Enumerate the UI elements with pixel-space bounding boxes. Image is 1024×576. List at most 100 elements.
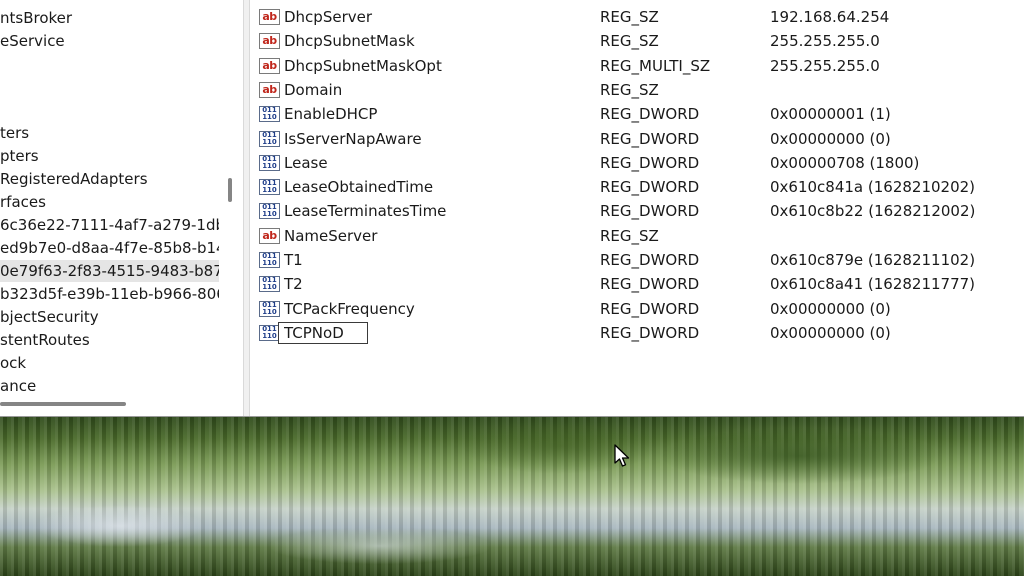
- values-list-pane[interactable]: ab DhcpServer REG_SZ 192.168.64.254 ab DhcpSu…: [250, 0, 1024, 416]
- value-type: REG_DWORD: [600, 299, 700, 318]
- sz-glyph: ab: [262, 34, 277, 48]
- value-data: 192.168.64.254: [770, 8, 890, 26]
- value-name: TCPackFrequency: [284, 299, 415, 318]
- dword-glyph-bottom: 110: [262, 307, 277, 316]
- value-row[interactable]: ab DhcpSubnetMaskOpt REG_MULTI_SZ 255.255.2…: [250, 54, 1024, 78]
- value-row[interactable]: 011 110 LeaseObtainedTime REG_DWORD 0x610c84…: [250, 175, 1024, 199]
- value-row[interactable]: ab Domain REG_SZ: [250, 78, 1024, 102]
- reg-dword-icon: 011 110: [259, 154, 280, 171]
- tree-item[interactable]: ock: [0, 352, 30, 374]
- value-name: T1: [284, 251, 303, 269]
- mouse-pointer-icon: [614, 444, 630, 467]
- value-data: 0x00000000 (0): [770, 299, 891, 318]
- reg-dword-icon: 011 110: [259, 179, 280, 196]
- sz-glyph: ab: [262, 10, 277, 23]
- value-row[interactable]: 011 110 T1 REG_DWORD 0x610c879e (1628211102): [250, 248, 1024, 272]
- value-type: REG_DWORD: [600, 275, 700, 294]
- value-data: 0x00000000 (0): [770, 323, 891, 342]
- value-data: 0x610c879e (1628211102): [770, 251, 976, 269]
- value-type: REG_SZ: [600, 8, 659, 26]
- value-data: 0x610c841a (1628210202): [770, 178, 976, 197]
- value-type: REG_SZ: [600, 32, 659, 51]
- value-name: DhcpSubnetMask: [284, 32, 415, 51]
- value-row[interactable]: 011 110 LeaseTerminatesTime REG_DWORD 0x610c…: [250, 199, 1024, 223]
- tree-vertical-scrollbar[interactable]: [219, 0, 243, 392]
- reg-sz-icon: ab: [259, 81, 280, 98]
- value-type: REG_SZ: [600, 226, 659, 245]
- pane-splitter[interactable]: [243, 0, 250, 416]
- value-type: REG_DWORD: [600, 153, 700, 172]
- value-type: REG_DWORD: [600, 251, 700, 269]
- value-name: LeaseObtainedTime: [284, 178, 434, 197]
- tree-item[interactable]: ntsBroker: [0, 7, 76, 29]
- value-name: DhcpServer: [284, 8, 373, 26]
- value-type: REG_SZ: [600, 80, 659, 99]
- value-name: IsServerNapAware: [284, 129, 422, 148]
- value-row[interactable]: 011 110 Lease REG_DWORD 0x00000708 (1800): [250, 151, 1024, 175]
- tree-item[interactable]: eService: [0, 30, 69, 52]
- value-data: 0x00000000 (0): [770, 129, 891, 148]
- value-type: REG_MULTI_SZ: [600, 56, 711, 75]
- tree-item[interactable]: ance: [0, 375, 40, 392]
- value-row[interactable]: 011 110 IsServerNapAware REG_DWORD 0x0000000…: [250, 127, 1024, 151]
- dword-glyph-bottom: 110: [262, 161, 277, 170]
- reg-sz-icon: ab: [259, 33, 280, 50]
- value-row-editing[interactable]: 011 110 REG_DWORD 0x00000000 (0): [250, 321, 1024, 345]
- value-type: REG_DWORD: [600, 178, 700, 197]
- tree-horizontal-scroll-thumb[interactable]: [0, 402, 126, 406]
- reg-sz-icon: ab: [259, 227, 280, 244]
- reg-dword-icon: 011 110: [259, 252, 280, 268]
- value-row[interactable]: 011 110 T2 REG_DWORD 0x610c8a41 (1628211777): [250, 272, 1024, 296]
- value-data: 0x00000001 (1): [770, 105, 891, 124]
- tree-item[interactable]: rfaces: [0, 191, 50, 213]
- value-row[interactable]: ab DhcpServer REG_SZ 192.168.64.254: [250, 5, 1024, 29]
- dword-glyph-bottom: 110: [262, 283, 277, 292]
- dword-glyph-bottom: 110: [262, 331, 277, 340]
- tree-vertical-scroll-thumb[interactable]: [228, 178, 232, 202]
- tree-item[interactable]: RegisteredAdapters: [0, 168, 152, 190]
- value-type: REG_DWORD: [600, 105, 700, 124]
- value-name: T2: [284, 275, 303, 294]
- tree-item[interactable]: ed9b7e0-d8aa-4f7e-85b8-b14: [0, 237, 219, 259]
- value-type: REG_DWORD: [600, 129, 700, 148]
- sz-glyph: ab: [262, 82, 277, 96]
- dword-glyph-bottom: 110: [262, 210, 277, 219]
- sz-glyph: ab: [262, 58, 277, 72]
- value-row[interactable]: 011 110 EnableDHCP REG_DWORD 0x00000001 (1): [250, 102, 1024, 126]
- tree-horizontal-scrollbar[interactable]: [0, 394, 243, 416]
- value-name: NameServer: [284, 226, 378, 245]
- dword-glyph-bottom: 110: [262, 186, 277, 195]
- value-row[interactable]: 011 110 TCPackFrequency REG_DWORD 0x00000000…: [250, 297, 1024, 321]
- value-data: 255.255.255.0: [770, 56, 880, 75]
- reg-dword-icon: 011 110: [259, 203, 280, 220]
- dword-glyph-bottom: 110: [262, 259, 277, 267]
- reg-dword-icon: 011 110: [259, 130, 280, 147]
- tree-item[interactable]: 6c36e22-7111-4af7-a279-1db: [0, 214, 219, 236]
- tree-item[interactable]: pters: [0, 145, 43, 167]
- reg-sz-icon: ab: [259, 9, 280, 25]
- value-name: Domain: [284, 80, 343, 99]
- desktop-wallpaper: [0, 416, 1024, 576]
- value-row[interactable]: ab NameServer REG_SZ: [250, 224, 1024, 248]
- tree-item-selected[interactable]: 0e79f63-2f83-4515-9483-b878: [0, 260, 219, 282]
- key-tree-pane[interactable]: ntsBroker eService ters pters RegisteredAdap…: [0, 0, 219, 392]
- rename-value-input[interactable]: [278, 321, 368, 344]
- tree-item[interactable]: b323d5f-e39b-11eb-b966-806: [0, 283, 219, 305]
- reg-dword-icon: 011 110: [259, 300, 280, 317]
- value-name: EnableDHCP: [284, 105, 378, 124]
- sz-glyph: ab: [262, 228, 277, 242]
- tree-item[interactable]: ters: [0, 122, 33, 144]
- value-data: 0x610c8b22 (1628212002): [770, 202, 976, 221]
- value-name: Lease: [284, 153, 328, 172]
- value-data: 0x00000708 (1800): [770, 153, 920, 172]
- tree-item[interactable]: stentRoutes: [0, 329, 94, 351]
- tree-item[interactable]: bjectSecurity: [0, 306, 103, 328]
- dword-glyph-bottom: 110: [262, 137, 277, 146]
- reg-dword-icon: 011 110: [259, 324, 280, 341]
- value-type: REG_DWORD: [600, 202, 700, 221]
- value-type: REG_DWORD: [600, 323, 700, 342]
- value-name: LeaseTerminatesTime: [284, 202, 447, 221]
- value-row[interactable]: ab DhcpSubnetMask REG_SZ 255.255.255.0: [250, 29, 1024, 53]
- reg-sz-icon: ab: [259, 57, 280, 74]
- value-data: 255.255.255.0: [770, 32, 880, 51]
